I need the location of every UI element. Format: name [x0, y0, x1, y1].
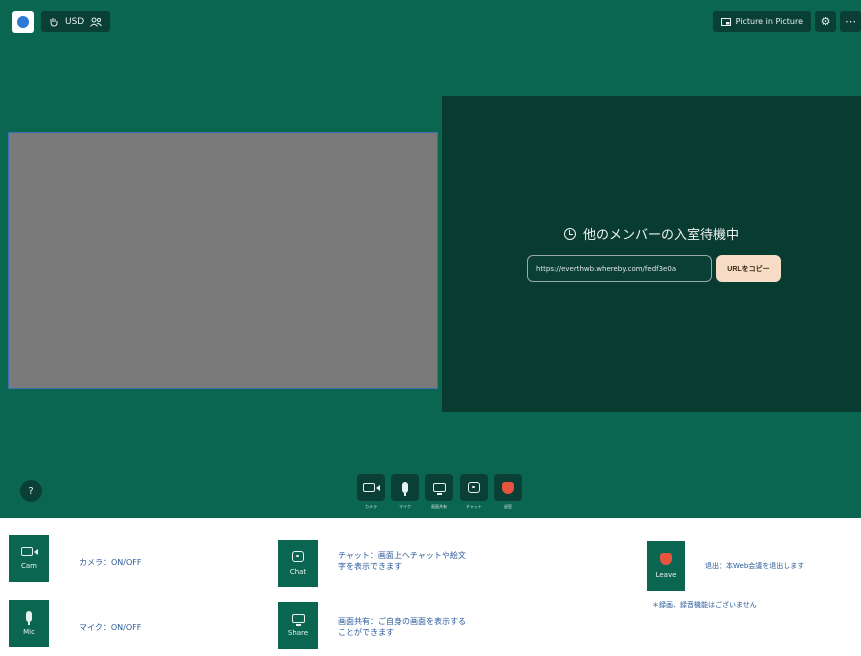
legend-chat-tile: Chat [278, 540, 318, 587]
usage-label: USD [65, 16, 85, 27]
participants-pill[interactable]: USD [41, 11, 111, 32]
legend-share-text: 画面共有：ご自身の画面を表示する ことができます [338, 616, 466, 638]
legend-cam: Cam カメラ：ON/OFF [9, 535, 141, 582]
legend-mic-text: マイク：ON/OFF [79, 623, 142, 632]
camera-control[interactable]: カメラ [357, 474, 385, 510]
legend-chat-text: チャット：画面上へチャットや絵文 字を表示できます [338, 550, 466, 572]
app-logo[interactable] [12, 11, 34, 33]
more-button[interactable]: ⋯ [840, 11, 861, 32]
help-button[interactable]: ? [20, 480, 42, 502]
legend-mic-tile: Mic [9, 600, 49, 647]
chat-control-label: チャット [466, 504, 482, 509]
legend-cam-tile-label: Cam [21, 562, 37, 570]
legend-cam-tile: Cam [9, 535, 49, 582]
pip-label: Picture in Picture [735, 17, 803, 26]
legend-share-tile-label: Share [287, 629, 309, 637]
chat-icon [292, 551, 304, 562]
leave-control-label: 退室 [504, 504, 512, 509]
logo-mark [17, 16, 29, 28]
legend-leave-text: 退出：本Web会議を退出します [705, 562, 805, 570]
mic-control[interactable]: マイク [391, 474, 419, 510]
legend-chat-line1: チャット：画面上へチャットや絵文 [338, 551, 466, 560]
people-icon [90, 17, 103, 27]
waiting-panel: 他のメンバーの入室待機中 URLをコピー [442, 96, 861, 412]
waiting-title: 他のメンバーの入室待機中 [442, 224, 861, 243]
legend-share-line1: 画面共有：ご自身の画面を表示する [338, 617, 466, 626]
legend-share-tile: Share [278, 602, 318, 649]
screen-share-icon [432, 483, 446, 495]
share-control[interactable]: 画面共有 [425, 474, 453, 510]
picture-in-picture-button[interactable]: Picture in Picture [712, 11, 811, 32]
clock-icon [563, 227, 576, 240]
chat-icon [468, 482, 480, 493]
mic-control-label: マイク [399, 504, 411, 509]
gear-icon: ⚙ [820, 15, 831, 28]
leave-icon [660, 553, 672, 565]
legend-chat-line2: 字を表示できます [338, 562, 402, 571]
legend-leave-note: ＊録画、録音機能はございません [652, 601, 757, 609]
mic-icon [26, 611, 32, 625]
leave-control[interactable]: 退室 [494, 474, 522, 510]
meeting-room: USD Picture in Picture ⚙ ⋯ 他のメンバーの入室待機中 … [0, 0, 861, 518]
legend-mic-tile-label: Mic [23, 628, 35, 636]
legend-share-line2: ことができます [338, 628, 394, 637]
room-url-input[interactable] [527, 255, 712, 282]
waiting-text: 他のメンバーの入室待機中 [582, 228, 739, 243]
legend-chat: Chat チャット：画面上へチャットや絵文 字を表示できます [278, 540, 466, 587]
legend-leave-tile-label: Leave [655, 571, 677, 579]
share-control-label: 画面共有 [431, 504, 447, 509]
camera-icon [21, 547, 33, 556]
screen-share-icon [291, 614, 305, 626]
leave-icon [502, 481, 514, 494]
legend-chat-tile-label: Chat [289, 568, 307, 576]
settings-button[interactable]: ⚙ [815, 11, 836, 32]
legend-leave: Leave 退出：本Web会議を退出します [647, 541, 804, 591]
legend-leave-tile: Leave [647, 541, 685, 591]
legend-share: Share 画面共有：ご自身の画面を表示する ことができます [278, 602, 466, 649]
self-video [8, 132, 438, 389]
more-icon: ⋯ [845, 15, 856, 28]
chat-control[interactable]: チャット [460, 474, 488, 510]
pip-icon [720, 17, 731, 26]
hand-icon [50, 17, 58, 27]
copy-url-button[interactable]: URLをコピー [716, 255, 781, 282]
camera-icon [363, 483, 375, 492]
legend-cam-text: カメラ：ON/OFF [79, 558, 142, 567]
camera-control-label: カメラ [365, 504, 377, 509]
mic-icon [402, 482, 408, 496]
legend-mic: Mic マイク：ON/OFF [9, 600, 141, 647]
